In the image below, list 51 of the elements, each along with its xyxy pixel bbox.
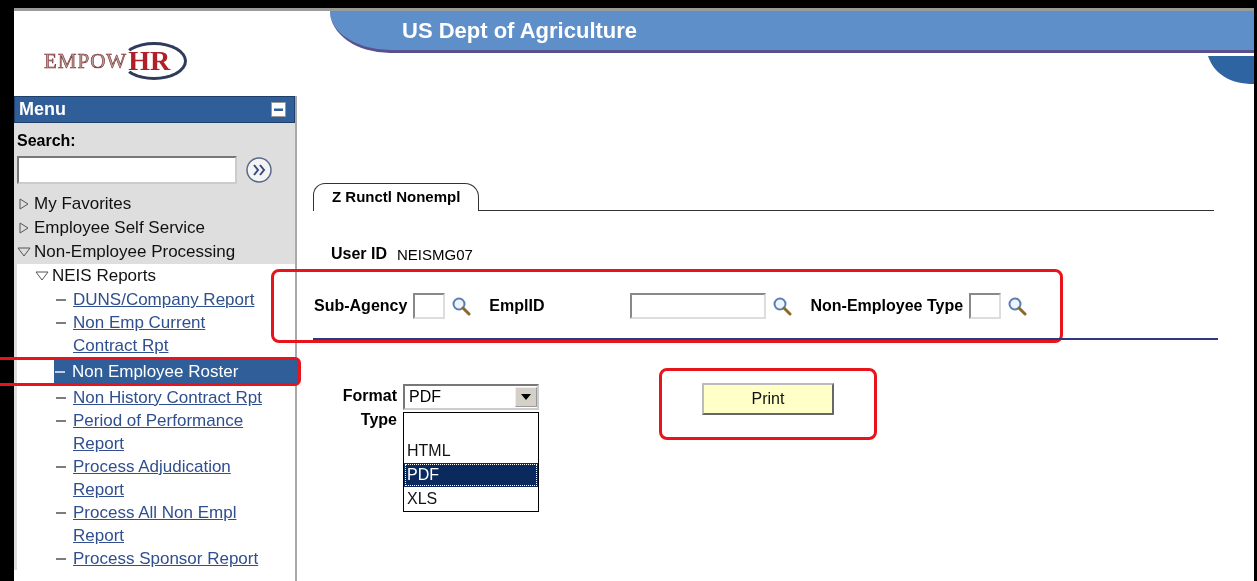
format-dropdown[interactable]: PDF xyxy=(403,384,539,410)
menu-link[interactable]: Non Emp Current Contract Rpt xyxy=(55,311,295,357)
dash-icon xyxy=(55,397,67,399)
menu-link[interactable]: Process Sponsor Report xyxy=(55,547,295,570)
triangle-down-icon xyxy=(17,246,31,258)
field-label: EmplID xyxy=(489,297,545,315)
field-label: Non-Employee Type xyxy=(810,297,964,315)
input-field[interactable] xyxy=(413,293,446,319)
menu-link[interactable]: Non History Contract Rpt xyxy=(55,386,295,409)
menu-folder[interactable]: Employee Self Service xyxy=(17,216,295,240)
banner-curve xyxy=(1208,56,1254,84)
dash-icon xyxy=(55,466,67,468)
dash-icon xyxy=(55,322,67,324)
dash-icon xyxy=(55,512,67,514)
collapse-icon[interactable] xyxy=(271,102,286,117)
menu-title: Menu xyxy=(19,99,66,120)
print-button[interactable]: Print xyxy=(702,383,834,415)
menu-link[interactable]: Period of Performance Report xyxy=(55,409,295,455)
tab[interactable]: Z Runctl Nonempl xyxy=(313,183,480,211)
search-field[interactable] xyxy=(17,156,237,184)
menu-link[interactable]: Process All Non Empl Report xyxy=(55,501,295,547)
dropdown-option[interactable]: PDF xyxy=(404,463,538,487)
menu-link[interactable]: Non Employee Roster xyxy=(54,360,298,383)
triangle-down-icon xyxy=(35,270,49,282)
go-icon[interactable] xyxy=(245,156,273,184)
dropdown-option[interactable]: XLS xyxy=(404,487,538,511)
triangle-right-icon xyxy=(17,222,31,234)
menu-folder[interactable]: Non-Employee Processing xyxy=(17,240,295,264)
dropdown-option[interactable]: HTML xyxy=(404,439,538,463)
search-icon[interactable] xyxy=(772,296,793,316)
input-field[interactable] xyxy=(630,293,767,319)
dash-icon xyxy=(55,299,67,301)
menu-folder[interactable]: NEIS Reports xyxy=(35,264,295,288)
field-label: User ID xyxy=(331,245,388,263)
field-label: Format Type xyxy=(341,386,397,430)
menu-link[interactable]: DUNS/Company Report xyxy=(55,288,295,311)
caret-icon xyxy=(521,394,531,400)
dash-icon xyxy=(55,420,67,422)
field-label: Sub-Agency xyxy=(314,297,408,315)
triangle-right-icon xyxy=(17,198,31,210)
menu-link[interactable]: Process Adjudication Report xyxy=(55,455,295,501)
field-value: NEISMG07 xyxy=(397,245,473,263)
search-label: Search: xyxy=(17,132,77,150)
dash-icon xyxy=(55,558,67,560)
site-title: US Dept of Agriculture xyxy=(402,17,638,44)
search-icon[interactable] xyxy=(451,296,472,316)
logo: EMPOWHR xyxy=(44,42,188,80)
menu-folder[interactable]: My Favorites xyxy=(17,192,295,216)
search-icon[interactable] xyxy=(1007,296,1028,316)
dash-icon xyxy=(54,371,66,373)
input-field[interactable] xyxy=(969,293,1002,319)
